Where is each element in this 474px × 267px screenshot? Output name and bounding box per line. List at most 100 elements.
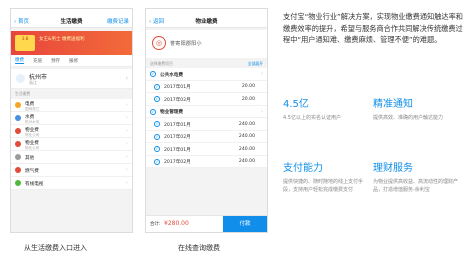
- solution-description: 支付宝“物业行业”解决方案，实现物业缴费通知触达率和缴费效率的提升，希望与服务商…: [283, 12, 463, 44]
- promo-banner[interactable]: 3.8 女王&男士 缴费送福利: [11, 31, 132, 55]
- nav-bar: ‹ 首页 生活缴费 缴费记录: [11, 16, 132, 28]
- city-selector[interactable]: 杭州市 浙江 ›: [11, 69, 132, 89]
- city-province: 浙江: [29, 80, 37, 85]
- fee-item-name: 2017年02月: [164, 135, 191, 140]
- location-icon: [16, 74, 25, 83]
- feature-title: 4.5亿: [283, 99, 309, 110]
- feature-wealth: 理财服务 为物业提供高收益、高流动性的理财产品，打造增值服务-余利宝: [373, 159, 461, 194]
- caption-entry: 从生活缴费入口进入: [24, 244, 87, 252]
- tab-repair[interactable]: 报修: [69, 58, 78, 64]
- fee-month-row[interactable]: ✓ 2017年01月 20.00: [146, 80, 267, 93]
- bill-type-icon: [15, 154, 21, 160]
- bill-type-icon: [15, 115, 21, 121]
- chevron-right-icon: ›: [126, 141, 128, 147]
- payee-card: ◎ 誉寄阳郡阳小: [146, 30, 267, 58]
- fee-item-name: 物业管理费: [160, 110, 183, 115]
- page-title: 物业缴费: [195, 19, 218, 25]
- chevron-right-icon: ›: [125, 75, 128, 82]
- feature-body: 提供高效、准确的用户触达能力: [373, 115, 444, 121]
- feature-title: 支付能力: [283, 163, 323, 174]
- nav-bar: ‹ 返回 物业缴费: [146, 16, 267, 28]
- total-amount: ¥280.00: [164, 220, 189, 227]
- status-bar: [11, 9, 132, 16]
- fee-item-amount: 240.00: [238, 159, 255, 164]
- checkbox-checked-icon[interactable]: ✓: [154, 83, 160, 90]
- phone-screenshot-property-fee: ‹ 返回 物业缴费 ◎ 誉寄阳郡阳小 选择缴费项目 全部展开 ✓ 公共水电费 › ✓ 2…: [145, 8, 268, 233]
- items-header: 选择缴费项目 全部展开: [146, 58, 267, 68]
- checkbox-checked-icon[interactable]: ✓: [154, 146, 160, 152]
- bill-item[interactable]: 燃气费 ›: [11, 164, 132, 177]
- checkbox-checked-icon[interactable]: ✓: [150, 108, 156, 115]
- chevron-right-icon: ›: [126, 102, 128, 108]
- fee-item-amount: 240.00: [238, 146, 255, 152]
- fee-item-amount: 20.00: [241, 96, 255, 102]
- bill-item[interactable]: 有线电视 ›: [11, 177, 132, 190]
- fee-month-row[interactable]: ✓ 2017年02月 240.00: [146, 130, 267, 143]
- fee-group-row[interactable]: ✓ 物业管理费 ›: [146, 105, 267, 118]
- fee-item-list: ✓ 公共水电费 › ✓ 2017年01月 20.00 ✓ 2017年02月 20.00 ✓ 物业管理…: [146, 68, 267, 168]
- fee-month-row[interactable]: ✓ 2017年01月 240.00: [146, 143, 267, 156]
- checkbox-checked-icon[interactable]: ✓: [154, 96, 160, 102]
- bill-type-icon: [15, 102, 21, 108]
- tab-recharge[interactable]: 充值: [33, 58, 42, 64]
- bill-item[interactable]: 其他 ›: [11, 151, 132, 164]
- bill-list: 电费 国网浙江 › 水费 杭州水务 › 物业费 物业公司 › 物业费 物业公司 › 其他 › 燃气费 › 有线电…: [11, 99, 132, 190]
- fee-item-name: 2017年01月: [164, 122, 191, 128]
- bill-item[interactable]: 物业费 物业公司 ›: [11, 125, 132, 138]
- bill-type-icon: [15, 167, 21, 173]
- property-logo-icon: ◎: [152, 36, 166, 50]
- checkbox-checked-icon[interactable]: ✓: [154, 133, 160, 140]
- fee-item-amount: 240.00: [238, 121, 255, 127]
- feature-body: 4.5亿以上的实名认证用户: [283, 115, 341, 121]
- chevron-right-icon: ›: [126, 115, 128, 121]
- caption-query: 在线查询缴费: [178, 244, 220, 252]
- bill-item[interactable]: 物业费 物业公司 ›: [11, 138, 132, 151]
- feature-title: 精准通知: [373, 99, 413, 110]
- fee-item-name: 2017年02月: [164, 97, 191, 103]
- expand-all-link[interactable]: 全部展开: [248, 61, 263, 67]
- chevron-right-icon: ›: [126, 180, 128, 186]
- bill-name: 燃气费: [25, 169, 39, 174]
- feature-payment: 支付能力 提供快捷的、随时随地的线上支付手段，支持用户轻松完成缴费支付: [283, 159, 371, 194]
- pay-bar: 合计: ¥280.00 付款: [146, 215, 267, 232]
- bill-provider: 杭州水务: [25, 119, 40, 124]
- promo-tag: 3.8: [15, 35, 35, 51]
- checkbox-checked-icon[interactable]: ✓: [154, 158, 160, 165]
- fee-group-row[interactable]: ✓ 公共水电费 ›: [146, 68, 267, 81]
- feature-title: 理财服务: [373, 163, 413, 174]
- fee-month-row[interactable]: ✓ 2017年02月 20.00: [146, 93, 267, 106]
- fee-month-row[interactable]: ✓ 2017年01月 240.00: [146, 118, 267, 131]
- phone-screenshot-life-payment: ‹ 首页 生活缴费 缴费记录 3.8 女王&男士 缴费送福利 缴费 充值 预存 …: [10, 8, 133, 233]
- chevron-right-icon: ›: [126, 167, 128, 173]
- payment-records-link[interactable]: 缴费记录: [107, 16, 129, 28]
- chevron-right-icon: ›: [126, 154, 128, 160]
- payee-name: 誉寄阳郡阳小: [170, 41, 202, 47]
- checkbox-checked-icon[interactable]: ✓: [154, 121, 160, 127]
- total-label: 合计:: [150, 222, 161, 227]
- feature-body: 为物业提供高收益、高流动性的理财产品，打造增值服务-余利宝: [373, 179, 459, 193]
- bill-provider: 国网浙江: [25, 106, 40, 111]
- expand-arrow-icon[interactable]: ›: [261, 109, 263, 115]
- bill-item[interactable]: 电费 国网浙江 ›: [11, 99, 132, 112]
- fee-item-name: 2017年01月: [164, 85, 191, 90]
- bill-item[interactable]: 水费 杭州水务 ›: [11, 112, 132, 125]
- tab-prepay[interactable]: 预存: [51, 58, 60, 64]
- feature-notification: 精准通知 提供高效、准确的用户触达能力: [373, 95, 461, 122]
- bill-type-icon: [15, 180, 21, 186]
- items-header-label: 选择缴费项目: [150, 61, 173, 66]
- bill-provider: 物业公司: [25, 145, 40, 150]
- pay-button[interactable]: 付款: [223, 216, 267, 232]
- promo-text: 女王&男士 缴费送福利: [39, 37, 85, 42]
- status-bar: [146, 9, 267, 16]
- fee-item-name: 2017年01月: [164, 147, 191, 153]
- section-label: 生活缴费: [15, 91, 31, 96]
- feature-users: 4.5亿 4.5亿以上的实名认证用户: [283, 95, 371, 122]
- checkbox-checked-icon[interactable]: ✓: [150, 71, 156, 77]
- fee-month-row[interactable]: ✓ 2017年02月 240.00: [146, 155, 267, 168]
- tab-bar: 缴费 充值 预存 报修: [11, 55, 132, 67]
- bill-provider: 物业公司: [25, 132, 40, 137]
- tab-pay[interactable]: 缴费: [15, 57, 24, 64]
- expand-arrow-icon[interactable]: ›: [261, 71, 263, 77]
- fee-item-amount: 240.00: [238, 134, 255, 139]
- bill-type-icon: [15, 128, 21, 134]
